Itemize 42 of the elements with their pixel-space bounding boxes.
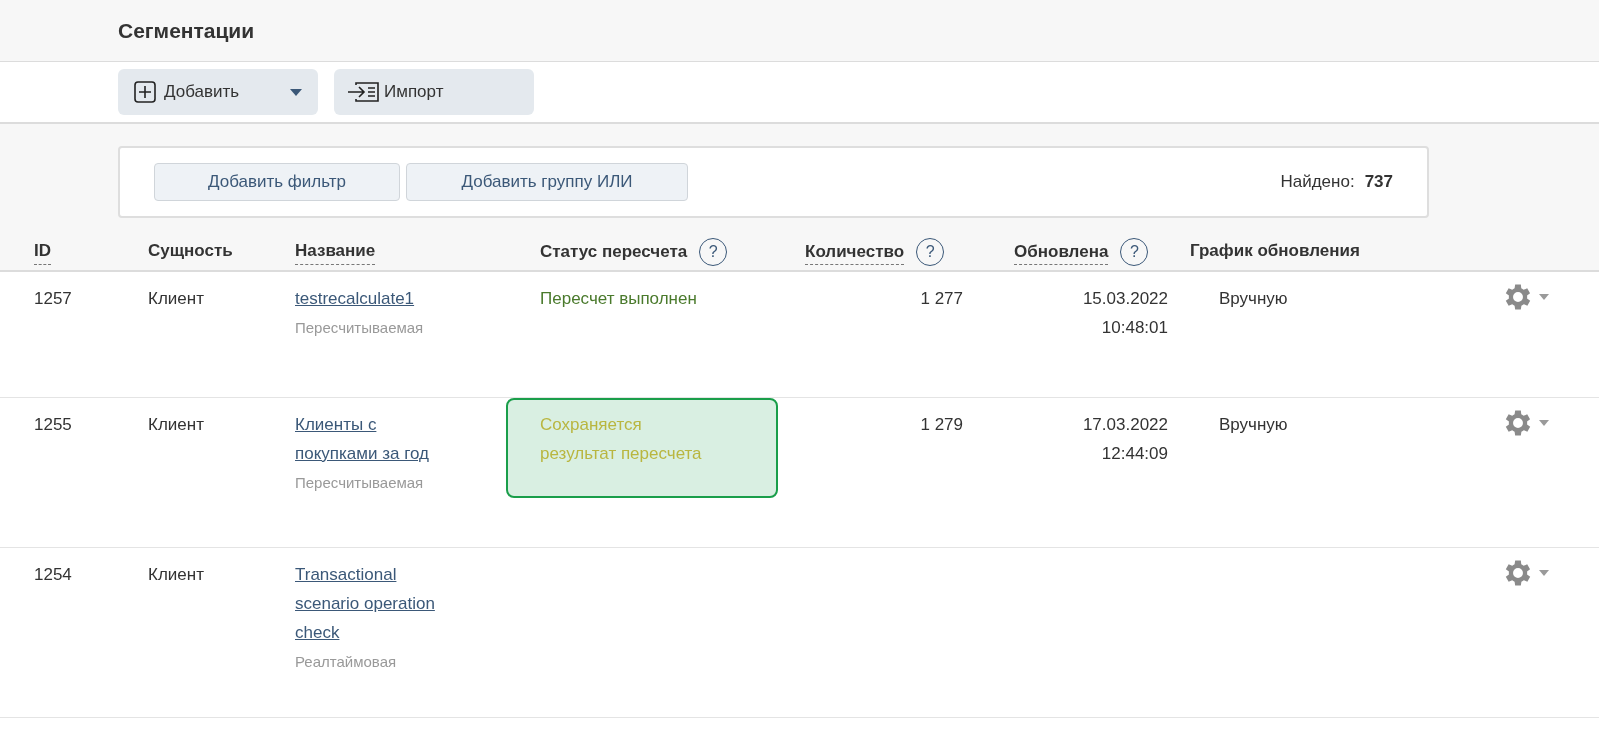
- updated-time: 10:48:01: [1101, 317, 1168, 339]
- add-button[interactable]: Добавить: [118, 69, 318, 115]
- found-label: Найдено:: [1280, 171, 1355, 194]
- column-header[interactable]: Обновлена: [1014, 238, 1109, 266]
- id-cell-text: 1255: [34, 414, 73, 436]
- add-or-group-button[interactable]: Добавить группу ИЛИ: [406, 163, 688, 201]
- caret-icon: [1539, 420, 1549, 426]
- column-header: Статус пересчета: [540, 241, 688, 264]
- page-title: Сегментации: [118, 17, 255, 44]
- segment-type: Пересчитываемая: [295, 473, 424, 493]
- count-cell-text: 1 279: [920, 414, 963, 436]
- import-icon: [346, 81, 380, 103]
- found-count: 737: [1364, 171, 1393, 194]
- entity-cell-text: Клиент: [148, 414, 205, 436]
- column-header: Сущность: [148, 240, 233, 262]
- add-filter-button[interactable]: Добавить фильтр: [154, 163, 400, 201]
- status-text: Пересчет выполнен: [540, 289, 697, 308]
- column-header[interactable]: ID: [34, 238, 51, 265]
- schedule-cell: Вручную: [1219, 415, 1288, 434]
- segment-link[interactable]: Клиенты с покупками за год: [295, 410, 460, 468]
- caret-icon: [1539, 294, 1549, 300]
- updated-date: 15.03.2022: [1082, 288, 1168, 310]
- entity-cell-text: Клиент: [148, 288, 205, 310]
- column-header[interactable]: Количество: [805, 238, 905, 266]
- id-cell-text: 1254: [34, 564, 73, 586]
- updated-time: 12:44:09: [1101, 443, 1168, 465]
- import-button[interactable]: Импорт: [334, 69, 534, 115]
- segment-type: Реалтаймовая: [295, 652, 397, 672]
- caret-icon: [290, 88, 302, 96]
- status-badge: Сохраняется результат пересчета: [506, 398, 778, 498]
- id-cell-text: 1257: [34, 288, 73, 310]
- plus-box-icon: [134, 81, 156, 103]
- column-header[interactable]: Название: [295, 238, 376, 265]
- segment-type: Пересчитываемая: [295, 318, 424, 338]
- column-header: График обновления: [1190, 240, 1360, 262]
- schedule-cell: Вручную: [1219, 289, 1288, 308]
- segment-link[interactable]: Transactional scenario operation check: [295, 560, 460, 647]
- segment-link[interactable]: testrecalculate1: [295, 284, 415, 313]
- caret-icon: [1539, 570, 1549, 576]
- updated-date: 17.03.2022: [1082, 414, 1168, 436]
- entity-cell-text: Клиент: [148, 564, 205, 586]
- count-cell-text: 1 277: [920, 288, 963, 310]
